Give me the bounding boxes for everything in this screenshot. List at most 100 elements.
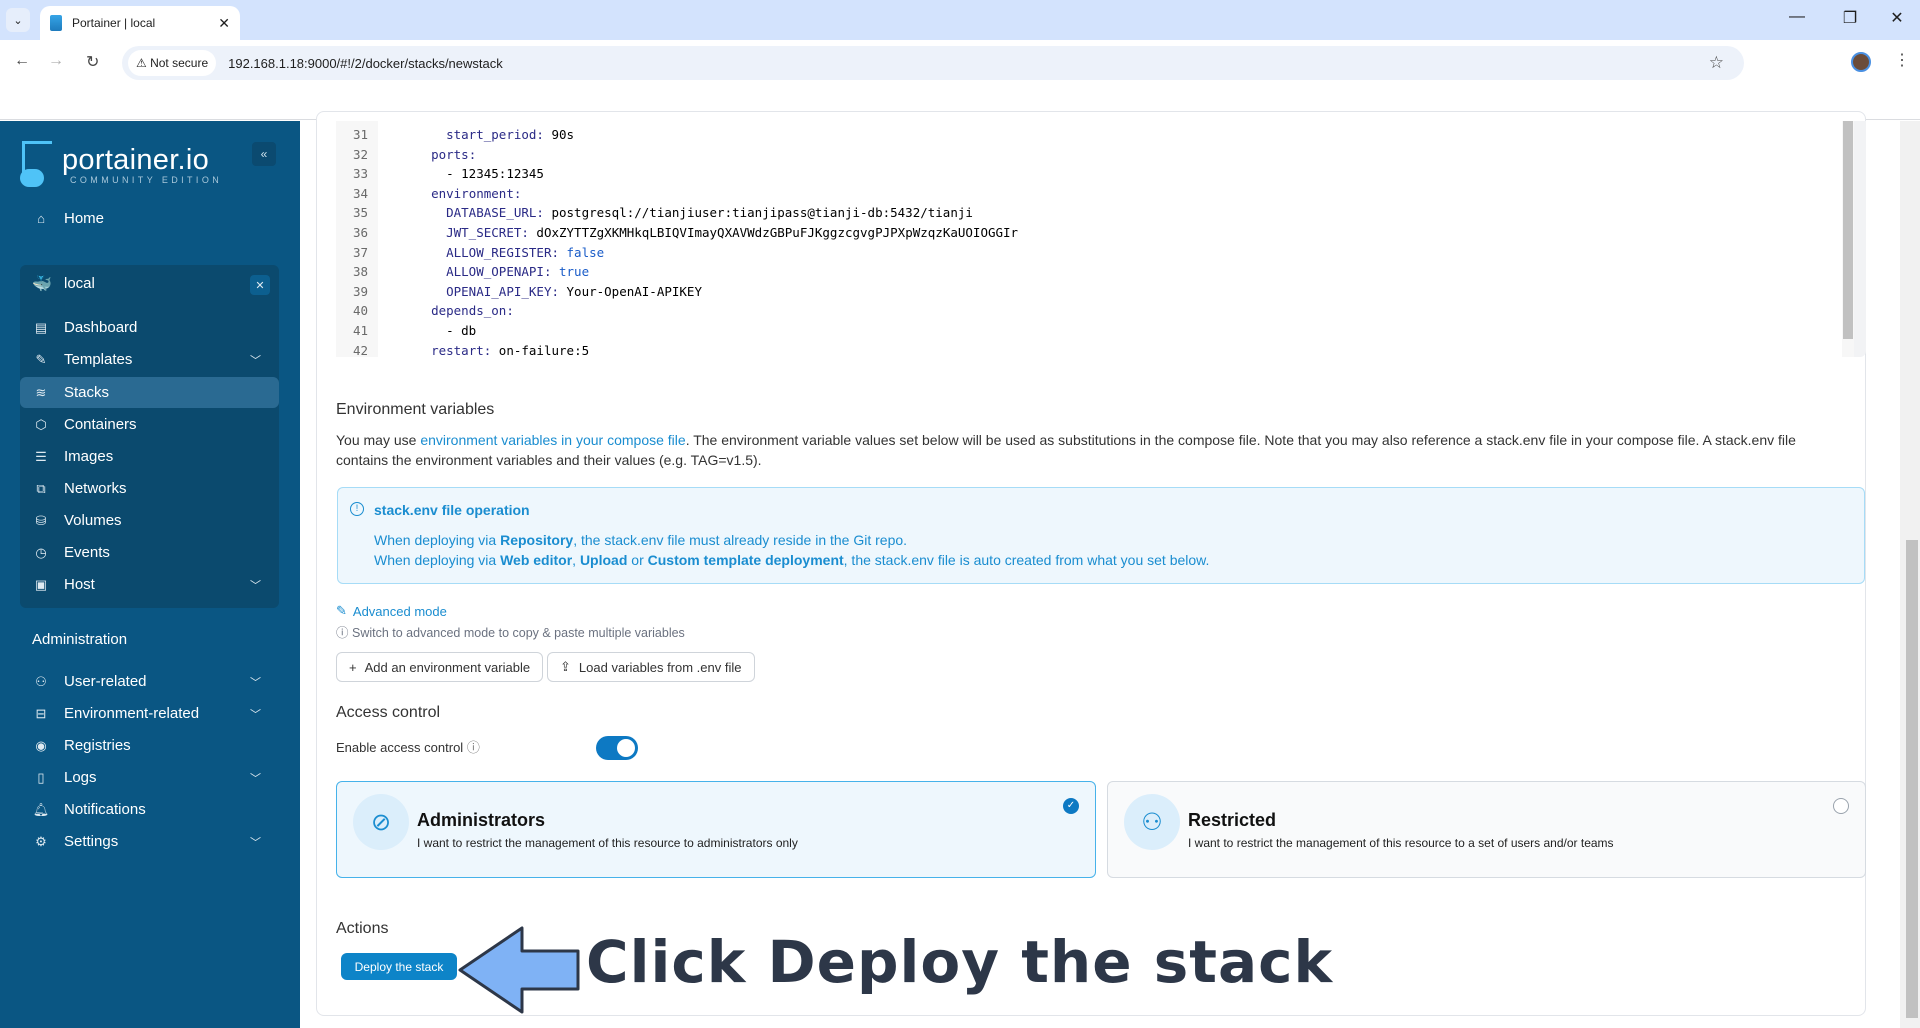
chevron-down-icon[interactable]: ﹀ bbox=[250, 577, 261, 593]
sidebar-item-stacks[interactable]: ≋ Stacks bbox=[20, 377, 279, 408]
sidebar-item-networks[interactable]: ⧉ Networks bbox=[20, 473, 279, 504]
address-bar[interactable]: ⚠ Not secure 192.168.1.18:9000/#!/2/dock… bbox=[122, 46, 1744, 80]
forward-icon[interactable]: → bbox=[48, 52, 64, 70]
tab-search-button[interactable]: ⌄ bbox=[6, 8, 30, 32]
env-vars-docs-link[interactable]: environment variables in your compose fi… bbox=[420, 432, 685, 448]
chevron-down-icon[interactable]: ﹀ bbox=[250, 770, 261, 786]
line-number: 39 bbox=[352, 283, 368, 299]
code-line[interactable]: environment: bbox=[416, 184, 521, 203]
dashboard-icon: ▤ bbox=[34, 319, 48, 335]
advanced-mode-link[interactable]: ✎ Advanced mode bbox=[336, 603, 447, 619]
sidebar-item-label: Notifications bbox=[64, 801, 146, 818]
browser-tab[interactable]: Portainer | local ✕ bbox=[40, 6, 240, 40]
sidebar-item-volumes[interactable]: ⛁ Volumes bbox=[20, 505, 279, 536]
env-vars-description: You may use environment variables in you… bbox=[336, 430, 1836, 470]
desc-text: You may use bbox=[336, 432, 421, 448]
sidebar-item-registries[interactable]: ◉ Registries bbox=[20, 730, 279, 761]
deploy-stack-button[interactable]: Deploy the stack bbox=[341, 953, 457, 980]
sidebar-item-containers[interactable]: ⬡ Containers bbox=[20, 409, 279, 440]
sidebar-item-home[interactable]: ⌂ Home bbox=[20, 203, 279, 234]
reload-icon[interactable]: ↻ bbox=[86, 52, 99, 72]
security-chip[interactable]: ⚠ Not secure bbox=[128, 50, 217, 76]
sidebar-item-label: User-related bbox=[64, 673, 147, 690]
portainer-logo[interactable]: portainer.io COMMUNITY EDITION bbox=[18, 141, 222, 189]
sidebar-item-templates[interactable]: ✎ Templates ﹀ bbox=[20, 344, 279, 375]
stack-env-info-box: ! stack.env file operation When deployin… bbox=[337, 487, 1865, 584]
sidebar-item-environment-related[interactable]: ⊟ Environment-related ﹀ bbox=[20, 698, 279, 729]
layers-icon: ≋ bbox=[35, 384, 47, 400]
access-option-administrators[interactable]: ⊘ Administrators I want to restrict the … bbox=[336, 781, 1096, 878]
access-option-restricted[interactable]: ⚇ Restricted I want to restrict the mana… bbox=[1107, 781, 1866, 878]
tab-title: Portainer | local bbox=[72, 16, 156, 30]
annotation-callout: Click Deploy the stack bbox=[586, 928, 1334, 996]
back-icon[interactable]: ← bbox=[14, 52, 30, 70]
sidebar-item-label: Settings bbox=[64, 833, 119, 850]
database-icon: ⛁ bbox=[35, 512, 47, 528]
sidebar-item-label: Home bbox=[64, 210, 105, 227]
environment-header[interactable]: 🐳 local bbox=[20, 268, 279, 299]
sidebar-item-settings[interactable]: ⚙ Settings ﹀ bbox=[20, 826, 279, 857]
chevron-down-icon[interactable]: ﹀ bbox=[250, 352, 261, 368]
profile-avatar[interactable] bbox=[1851, 52, 1871, 72]
sidebar-item-label: Containers bbox=[64, 416, 137, 433]
yaml-value: on-failure:5 bbox=[491, 342, 590, 358]
collapse-sidebar-button[interactable]: « bbox=[252, 142, 276, 166]
chevron-down-icon[interactable]: ﹀ bbox=[250, 706, 261, 722]
access-control-toggle[interactable] bbox=[596, 736, 638, 760]
gear-icon: ⚙ bbox=[35, 833, 47, 849]
selected-check-icon[interactable]: ✓ bbox=[1063, 798, 1079, 814]
code-line[interactable]: start_period: 90s bbox=[416, 125, 574, 144]
page-scrollbar-thumb[interactable] bbox=[1906, 540, 1918, 1018]
warning-icon: ⚠ bbox=[136, 56, 151, 70]
chevron-down-icon[interactable]: ﹀ bbox=[250, 834, 261, 850]
code-line[interactable]: ALLOW_REGISTER: false bbox=[416, 243, 604, 262]
access-control-title: Access control bbox=[336, 704, 441, 721]
upload-icon: ⇪ bbox=[560, 659, 571, 674]
code-line[interactable]: depends_on: bbox=[416, 301, 514, 320]
edit-icon: ✎ bbox=[35, 351, 47, 367]
browser-menu-icon[interactable]: ⋮ bbox=[1894, 50, 1910, 70]
bookmark-star-icon[interactable]: ☆ bbox=[1709, 53, 1724, 73]
sidebar-item-logs[interactable]: ▯ Logs ﹀ bbox=[20, 762, 279, 793]
close-tab-icon[interactable]: ✕ bbox=[218, 15, 230, 32]
load-env-file-button[interactable]: ⇪ Load variables from .env file bbox=[547, 652, 755, 682]
help-icon[interactable]: ⓘ bbox=[467, 740, 480, 755]
sidebar-item-label: Host bbox=[64, 576, 95, 593]
sidebar-item-host[interactable]: ▣ Host ﹀ bbox=[20, 569, 279, 600]
code-line[interactable]: JWT_SECRET: dOxZYTTZgXKMHkqLBIQVImayQXAV… bbox=[416, 223, 1018, 242]
line-number: 34 bbox=[352, 185, 368, 201]
sidebar-item-label: Images bbox=[64, 448, 114, 465]
actions-title: Actions bbox=[336, 920, 389, 937]
code-line[interactable]: restart: on-failure:5 bbox=[416, 341, 589, 360]
minimize-icon[interactable]: — bbox=[1782, 8, 1812, 26]
sidebar-item-user-related[interactable]: ⚇ User-related ﹀ bbox=[20, 666, 279, 697]
close-environment-button[interactable]: ✕ bbox=[250, 275, 270, 295]
add-env-var-button[interactable]: + Add an environment variable bbox=[336, 652, 544, 682]
code-line[interactable]: DATABASE_URL: postgresql://tianjiuser:ti… bbox=[416, 203, 973, 222]
list-icon: ☰ bbox=[35, 448, 47, 464]
url-text[interactable]: 192.168.1.18:9000/#!/2/docker/stacks/new… bbox=[228, 56, 503, 71]
browser-toolbar: ← → ↻ ⚠ Not secure 192.168.1.18:9000/#!/… bbox=[0, 40, 1920, 120]
code-line[interactable]: - 12345:12345 bbox=[416, 164, 544, 183]
chevron-down-icon[interactable]: ﹀ bbox=[250, 674, 261, 690]
bell-icon: 🔔︎ bbox=[32, 801, 50, 817]
code-line[interactable]: OPENAI_API_KEY: Your-OpenAI-APIKEY bbox=[416, 282, 702, 301]
administration-heading: Administration bbox=[32, 631, 128, 648]
line-number: 38 bbox=[352, 264, 368, 280]
radio-button[interactable] bbox=[1833, 798, 1849, 814]
sidebar-item-images[interactable]: ☰ Images bbox=[20, 441, 279, 472]
code-line[interactable]: ports: bbox=[416, 145, 476, 164]
yaml-value: 90s bbox=[543, 127, 575, 142]
sidebar-item-dashboard[interactable]: ▤ Dashboard bbox=[20, 312, 279, 343]
sidebar-item-notifications[interactable]: 🔔︎ Notifications bbox=[20, 794, 279, 825]
close-window-icon[interactable]: ✕ bbox=[1882, 8, 1912, 28]
sidebar-item-label: Volumes bbox=[64, 512, 122, 529]
restore-icon[interactable]: ❐ bbox=[1835, 8, 1865, 28]
not-secure-label: Not secure bbox=[150, 56, 209, 70]
line-number: 31 bbox=[352, 127, 368, 142]
option-description: I want to restrict the management of thi… bbox=[417, 836, 798, 850]
sidebar-item-events[interactable]: ◷ Events bbox=[20, 537, 279, 568]
code-line[interactable]: ALLOW_OPENAPI: true bbox=[416, 262, 589, 281]
code-line[interactable]: - db bbox=[416, 321, 476, 340]
editor-scrollbar-thumb[interactable] bbox=[1843, 121, 1853, 339]
